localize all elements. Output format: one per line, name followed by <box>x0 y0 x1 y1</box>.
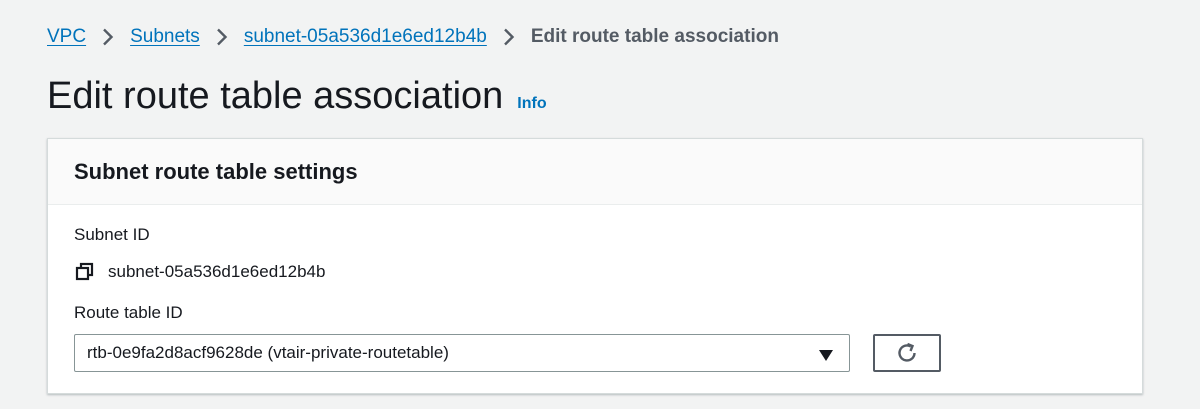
breadcrumb-subnets-link[interactable]: Subnets <box>130 25 200 49</box>
page-header: Edit route table association Info <box>47 72 547 120</box>
breadcrumb-current: Edit route table association <box>530 26 779 47</box>
subnet-route-table-settings-panel: Subnet route table settings Subnet ID su… <box>47 138 1143 394</box>
page-title: Edit route table association <box>47 75 504 117</box>
breadcrumb: VPC Subnets subnet-05a536d1e6ed12b4b Edi… <box>47 25 779 49</box>
route-table-id-label: Route table ID <box>74 303 183 322</box>
panel-header: Subnet route table settings <box>48 139 1142 205</box>
info-link[interactable]: Info <box>517 95 546 113</box>
breadcrumb-vpc-link[interactable]: VPC <box>47 25 86 49</box>
refresh-icon <box>895 341 919 365</box>
chevron-right-icon <box>86 25 130 49</box>
chevron-right-icon <box>200 25 244 49</box>
refresh-button[interactable] <box>873 334 941 372</box>
caret-down-icon <box>819 347 833 361</box>
route-table-selected-value: rtb-0e9fa2d8acf9628de (vtair-private-rou… <box>87 343 449 362</box>
panel-title: Subnet route table settings <box>74 158 358 184</box>
subnet-id-value: subnet-05a536d1e6ed12b4b <box>108 262 326 281</box>
subnet-id-value-row: subnet-05a536d1e6ed12b4b <box>74 261 325 283</box>
chevron-right-icon <box>487 25 531 49</box>
route-table-select[interactable]: rtb-0e9fa2d8acf9628de (vtair-private-rou… <box>74 334 850 372</box>
breadcrumb-subnet-link[interactable]: subnet-05a536d1e6ed12b4b <box>244 25 487 49</box>
copy-icon[interactable] <box>74 261 96 283</box>
subnet-id-label: Subnet ID <box>74 225 150 244</box>
